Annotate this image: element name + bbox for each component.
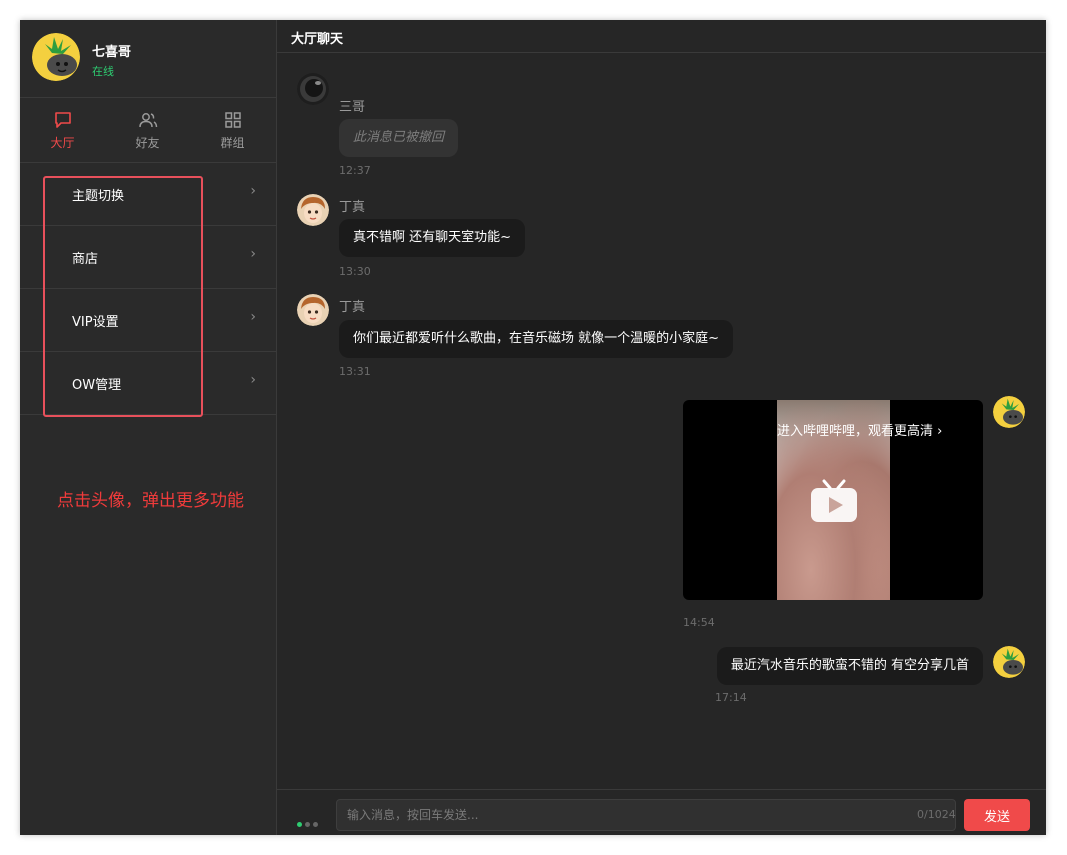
message-bubble[interactable]: 你们最近都爱听什么歌曲，在音乐磁场 就像一个温暖的小家庭~ bbox=[339, 320, 734, 358]
chevron-right-icon: › bbox=[250, 183, 256, 199]
message-input[interactable] bbox=[336, 799, 956, 831]
grid-icon bbox=[225, 112, 241, 128]
pineapple-avatar-icon bbox=[993, 646, 1025, 678]
message-sender: 丁真 bbox=[339, 200, 366, 215]
message-sender: 三哥 bbox=[339, 100, 366, 115]
pineapple-avatar-icon bbox=[993, 396, 1025, 428]
message-avatar-sange[interactable] bbox=[297, 73, 329, 105]
function-menu: 主题切换 › 商店 › VIP设置 › OW管理 › bbox=[20, 163, 276, 415]
user-name: 七喜哥 bbox=[92, 45, 132, 60]
user-status: 在线 bbox=[92, 65, 114, 78]
bilibili-link[interactable]: 进入哔哩哔哩，观看更高清 › bbox=[777, 420, 977, 439]
message-avatar-dingzhen[interactable] bbox=[297, 194, 329, 226]
message-time: 13:30 bbox=[339, 265, 371, 278]
tab-lobby[interactable]: 大厅 bbox=[20, 98, 105, 162]
send-button[interactable]: 发送 bbox=[964, 799, 1030, 831]
annotation-text: 点击头像，弹出更多功能 bbox=[57, 491, 244, 511]
status-dot bbox=[297, 822, 302, 827]
chat-title: 大厅聊天 bbox=[291, 32, 344, 47]
self-avatar[interactable] bbox=[993, 396, 1025, 428]
sidebar: 七喜哥 在线 大厅 好友 群组 主题切换 › 商店 › VIP设置 › OW管理… bbox=[20, 20, 277, 835]
cartoon-boy-avatar-icon bbox=[297, 194, 329, 226]
avatar bbox=[297, 73, 329, 105]
user-avatar[interactable] bbox=[32, 33, 80, 81]
menu-item-label: 商店 bbox=[72, 252, 99, 267]
bilibili-play-icon[interactable] bbox=[809, 478, 859, 524]
menu-item-vip-settings[interactable]: VIP设置 › bbox=[20, 289, 276, 352]
chat-header: 大厅聊天 bbox=[277, 20, 1046, 53]
message-time: 13:31 bbox=[339, 365, 371, 378]
avatar bbox=[993, 646, 1025, 678]
message-sender: 丁真 bbox=[339, 300, 366, 315]
message-time: 12:37 bbox=[339, 164, 371, 177]
status-dot bbox=[305, 822, 310, 827]
nav-tabs: 大厅 好友 群组 bbox=[20, 98, 276, 163]
cartoon-boy-avatar-icon bbox=[297, 294, 329, 326]
typing-status-dots bbox=[297, 812, 321, 831]
self-avatar[interactable] bbox=[993, 646, 1025, 678]
avatar bbox=[297, 294, 329, 326]
avatar bbox=[993, 396, 1025, 428]
message-bubble[interactable]: 最近汽水音乐的歌蛮不错的 有空分享几首 bbox=[716, 647, 983, 685]
message-time: 17:14 bbox=[715, 691, 747, 704]
menu-item-label: 主题切换 bbox=[72, 189, 125, 204]
chat-app-window: 七喜哥 在线 大厅 好友 群组 主题切换 › 商店 › VIP设置 › OW管理… bbox=[20, 20, 1046, 835]
avatar bbox=[297, 194, 329, 226]
chevron-right-icon: › bbox=[250, 309, 256, 325]
message-avatar-dingzhen[interactable] bbox=[297, 294, 329, 326]
users-icon bbox=[139, 113, 158, 128]
menu-item-label: VIP设置 bbox=[72, 315, 119, 330]
message-list[interactable]: 三哥 此消息已被撤回 12:37 丁真 真不错啊 还有聊天室功能~ 13:30 bbox=[277, 53, 1046, 789]
recalled-message-bubble[interactable]: 此消息已被撤回 bbox=[339, 119, 459, 157]
menu-item-label: OW管理 bbox=[72, 378, 122, 393]
tab-groups[interactable]: 群组 bbox=[190, 98, 275, 162]
character-counter: 0/1024 bbox=[917, 808, 956, 821]
message-composer: 0/1024 发送 bbox=[277, 789, 1046, 836]
chat-bubble-icon bbox=[55, 112, 71, 128]
tab-groups-label: 群组 bbox=[220, 136, 245, 150]
video-message[interactable]: 进入哔哩哔哩，观看更高清 › bbox=[683, 400, 983, 600]
chevron-right-icon: › bbox=[250, 372, 256, 388]
pineapple-avatar-icon bbox=[32, 33, 80, 81]
dark-sphere-avatar-icon bbox=[297, 73, 329, 105]
status-dot bbox=[313, 822, 318, 827]
message-bubble[interactable]: 真不错啊 还有聊天室功能~ bbox=[339, 219, 526, 257]
message-time: 14:54 bbox=[683, 616, 715, 629]
tab-friends-label: 好友 bbox=[135, 136, 160, 150]
menu-item-theme-switch[interactable]: 主题切换 › bbox=[20, 163, 276, 226]
menu-item-shop[interactable]: 商店 › bbox=[20, 226, 276, 289]
tab-lobby-label: 大厅 bbox=[50, 136, 75, 150]
profile-header: 七喜哥 在线 bbox=[20, 20, 276, 98]
menu-item-ow-management[interactable]: OW管理 › bbox=[20, 352, 276, 415]
chevron-right-icon: › bbox=[250, 246, 256, 262]
tab-friends[interactable]: 好友 bbox=[105, 98, 190, 162]
